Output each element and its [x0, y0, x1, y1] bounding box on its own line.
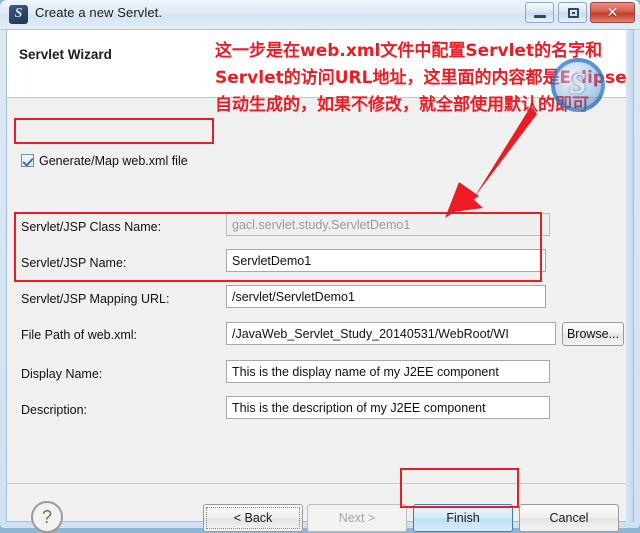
page-title: Servlet Wizard [19, 47, 112, 62]
help-button[interactable]: ? [31, 501, 63, 533]
checkbox-label: Generate/Map web.xml file [39, 154, 188, 168]
display-name-input[interactable]: This is the display name of my J2EE comp… [226, 360, 550, 383]
annotation-box-name-fields [14, 212, 542, 282]
annotation-box-checkbox [14, 118, 214, 144]
close-icon: ✕ [606, 4, 619, 20]
checkbox-icon[interactable] [21, 154, 34, 167]
window-controls: ✕ [525, 2, 635, 24]
servlet-app-icon: S [9, 5, 28, 24]
annotation-box-finish [400, 468, 519, 508]
minimize-button[interactable] [525, 2, 555, 23]
label-description: Description: [21, 403, 87, 417]
title-bar: S Create a new Servlet. ✕ [0, 0, 640, 30]
servlet-mapping-url-input[interactable]: /servlet/ServletDemo1 [226, 285, 546, 308]
label-file-path-webxml: File Path of web.xml: [21, 328, 138, 342]
red-arrow-icon [445, 106, 537, 218]
watermark-glyph: S [569, 67, 587, 100]
app-icon-glyph: S [14, 6, 23, 21]
window-title: Create a new Servlet. [35, 5, 163, 20]
generate-map-webxml-checkbox[interactable]: Generate/Map web.xml file [21, 152, 188, 170]
restore-icon [567, 8, 579, 18]
eclipse-watermark-logo: S [551, 58, 605, 112]
label-servlet-mapping-url: Servlet/JSP Mapping URL: [21, 292, 170, 306]
restore-button[interactable] [557, 2, 587, 23]
description-input[interactable]: This is the description of my J2EE compo… [226, 396, 550, 419]
browse-button[interactable]: Browse... [562, 322, 624, 346]
dialog-window: S Create a new Servlet. ✕ Servlet Wizard… [0, 0, 640, 533]
minimize-icon [534, 15, 547, 18]
label-display-name: Display Name: [21, 367, 103, 381]
close-button[interactable]: ✕ [590, 2, 635, 23]
file-path-webxml-input[interactable]: /JavaWeb_Servlet_Study_20140531/WebRoot/… [226, 322, 556, 345]
